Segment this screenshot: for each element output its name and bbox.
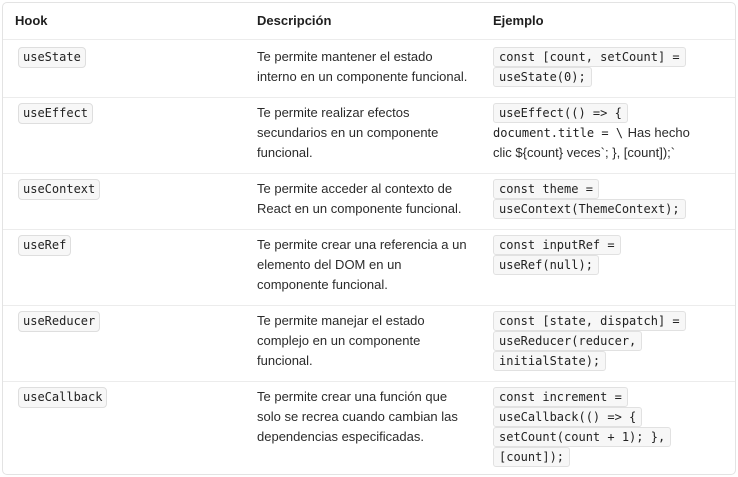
hooks-table: Hook Descripción Ejemplo useState Te per… [2, 2, 736, 475]
row-divider [3, 229, 735, 230]
row-divider [3, 173, 735, 174]
code-line: [count]); [493, 447, 571, 467]
description-line: dependencias especificadas. [257, 429, 424, 444]
hook-name: useReducer [18, 311, 101, 332]
hook-description: Te permite mantener el estado interno en… [257, 47, 489, 87]
row-divider [3, 39, 735, 40]
code-line: useEffect(() => { [493, 103, 628, 123]
description-line: Te permite crear una función que [257, 389, 448, 404]
row-divider [3, 305, 735, 306]
description-line: Te permite mantener el estado [257, 49, 433, 64]
description-line: elemento del DOM en un [257, 257, 402, 272]
table-row: useContext Te permite acceder al context… [3, 179, 735, 223]
description-line: funcional. [257, 353, 313, 368]
table-row: useReducer Te permite manejar el estado … [3, 311, 735, 381]
table-row: useEffect Te permite realizar efectos se… [3, 103, 735, 173]
row-divider [3, 381, 735, 382]
hook-example: const [count, setCount] = useState(0); [493, 47, 717, 87]
code-line: useRef(null); [493, 255, 599, 275]
example-plain-text: Has hecho [627, 125, 690, 140]
table-row: useState Te permite mantener el estado i… [3, 47, 735, 91]
hook-example: const inputRef = useRef(null); [493, 235, 717, 275]
code-line: initialState); [493, 351, 607, 371]
hook-description: Te permite acceder al contexto de React … [257, 179, 489, 219]
hook-name: useCallback [18, 387, 108, 408]
hook-description: Te permite crear una referencia a un ele… [257, 235, 489, 295]
code-line: useContext(ThemeContext); [493, 199, 686, 219]
header-example: Ejemplo [493, 13, 544, 28]
code-line: useCallback(() => { [493, 407, 643, 427]
description-line: funcional. [257, 145, 313, 160]
code-line: const [count, setCount] = [493, 47, 686, 67]
code-line: const inputRef = [493, 235, 621, 255]
row-divider [3, 97, 735, 98]
code-line: setCount(count + 1); }, [493, 427, 672, 447]
hook-example: const increment = useCallback(() => { se… [493, 387, 717, 467]
description-line: Te permite manejar el estado [257, 313, 425, 328]
code-line: useReducer(reducer, [493, 331, 643, 351]
description-line: solo se recrea cuando cambian las [257, 409, 458, 424]
header-description: Descripción [257, 13, 332, 28]
description-line: Te permite crear una referencia a un [257, 237, 467, 252]
description-line: React en un componente funcional. [257, 201, 462, 216]
table-header: Hook Descripción Ejemplo [3, 3, 735, 39]
hook-example: const theme = useContext(ThemeContext); [493, 179, 717, 219]
hook-name: useEffect [18, 103, 94, 124]
table-row: useCallback Te permite crear una función… [3, 387, 735, 471]
code-line: document.title = \ [493, 126, 624, 140]
description-line: Te permite realizar efectos [257, 105, 410, 120]
description-line: secundarios en un componente [257, 125, 439, 140]
code-line: useState(0); [493, 67, 592, 87]
hook-name: useContext [18, 179, 101, 200]
hook-description: Te permite realizar efectos secundarios … [257, 103, 489, 163]
code-line: const theme = [493, 179, 599, 199]
code-line: const increment = [493, 387, 628, 407]
hook-description: Te permite manejar el estado complejo en… [257, 311, 489, 371]
example-plain-text: clic ${count} veces`; }, [count]);` [493, 145, 676, 160]
hook-name: useRef [18, 235, 72, 256]
description-line: Te permite acceder al contexto de [257, 181, 453, 196]
hook-name: useState [18, 47, 86, 68]
description-line: interno en un componente funcional. [257, 69, 468, 84]
description-line: complejo en un componente [257, 333, 421, 348]
description-line: componente funcional. [257, 277, 388, 292]
header-hook: Hook [15, 13, 48, 28]
hook-example: const [state, dispatch] = useReducer(red… [493, 311, 717, 371]
table-row: useRef Te permite crear una referencia a… [3, 235, 735, 305]
hook-example: useEffect(() => { document.title = \ Has… [493, 103, 717, 163]
hook-description: Te permite crear una función que solo se… [257, 387, 489, 447]
code-line: const [state, dispatch] = [493, 311, 686, 331]
